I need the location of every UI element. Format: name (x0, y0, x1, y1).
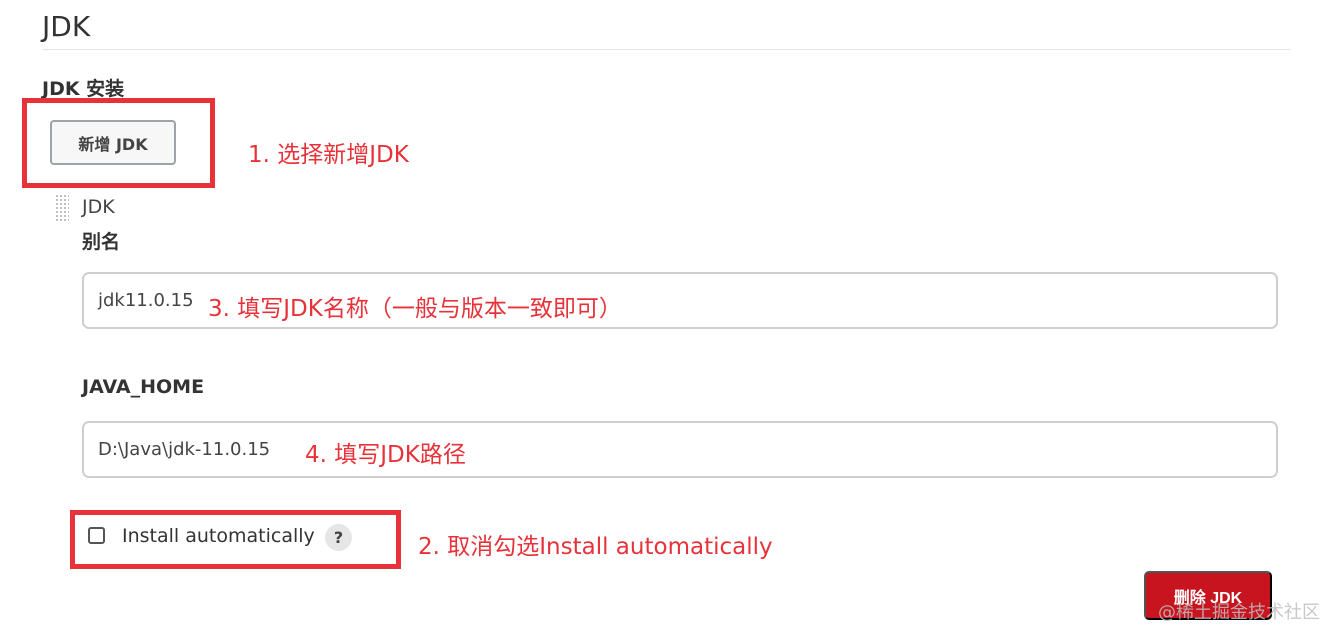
annotation-step-1: 1. 选择新增JDK (248, 142, 409, 168)
section-divider (42, 49, 1290, 50)
highlight-box-install-automatically (70, 510, 401, 569)
jdk-install-label: JDK 安装 (42, 78, 125, 100)
annotation-step-3: 3. 填写JDK名称（一般与版本一致即可） (208, 296, 622, 322)
alias-input-value: jdk11.0.15 (98, 290, 194, 311)
java-home-label: JAVA_HOME (82, 376, 205, 398)
annotation-step-4: 4. 填写JDK路径 (305, 442, 466, 468)
annotation-step-2: 2. 取消勾选Install automatically (418, 534, 773, 560)
watermark: @稀土掘金技术社区 (1158, 602, 1320, 623)
java-home-input-value: D:\Java\jdk-11.0.15 (98, 439, 271, 460)
java-home-input[interactable]: D:\Java\jdk-11.0.15 (82, 421, 1278, 478)
drag-handle-icon[interactable] (55, 194, 69, 222)
alias-label: 别名 (82, 231, 121, 253)
jdk-item-title: JDK (82, 196, 115, 218)
highlight-box-add-jdk (22, 98, 215, 188)
section-title: JDK (42, 10, 91, 43)
